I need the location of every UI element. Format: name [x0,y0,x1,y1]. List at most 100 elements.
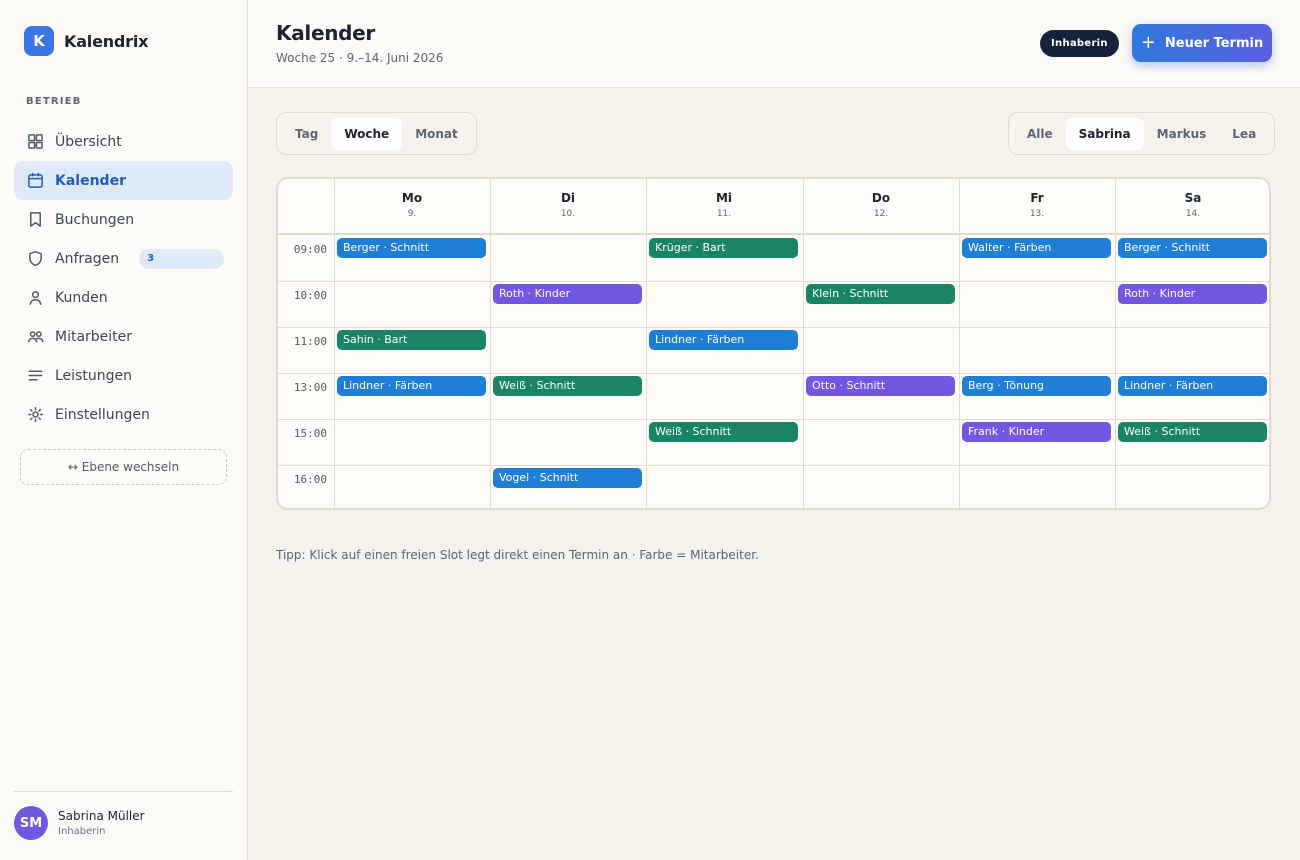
brand-name: Kalendrix [64,31,149,51]
staff-filter-markus[interactable]: Markus [1144,118,1220,150]
plus-icon: + [1140,32,1156,53]
shield-icon [26,250,44,268]
sidebar-item-label: Mitarbeiter [55,328,133,345]
day-header: Mo 9. [334,179,490,233]
sidebar-item-anfragen[interactable]: Anfragen 3 [14,239,233,278]
time-label: 09:00 [293,243,327,256]
calendar-icon [26,172,44,190]
grid-icon [26,133,44,151]
sidebar-item-einstellungen[interactable]: Einstellungen [14,395,233,434]
day-header: Fr 13. [959,179,1115,233]
sidebar-item-label: Anfragen [55,250,120,267]
appointment-event[interactable]: Roth · Kinder [1118,284,1267,304]
users-icon [26,328,44,346]
day-date: 12. [873,209,889,219]
brand[interactable]: K Kalendrix [24,26,148,56]
staff-filter: Alle Sabrina Markus Lea [1008,112,1276,155]
appointment-event[interactable]: Lindner · Färben [1118,376,1267,396]
view-switcher: Tag Woche Monat [276,112,477,155]
appointment-event[interactable]: Otto · Schnitt [806,376,955,396]
sidebar-item-mitarbeiter[interactable]: Mitarbeiter [14,317,233,356]
sidebar-section-label: BETRIEB [26,96,82,107]
grid-row-divider [278,465,1269,466]
day-name: Fr [1030,191,1044,205]
switch-level-button[interactable]: ↔ Ebene wechseln [20,449,227,485]
day-header: Di 10. [490,179,646,233]
grid-row-divider [278,373,1269,374]
grid-row-divider [278,327,1269,328]
view-tab-woche[interactable]: Woche [331,117,403,150]
appointment-event[interactable]: Klein · Schnitt [806,284,955,304]
new-appointment-button[interactable]: + Neuer Termin [1132,24,1272,62]
grid-row-divider [278,419,1269,420]
page-subtitle: Woche 25 · 9.–14. Juni 2026 [276,51,444,65]
list-icon [26,367,44,385]
page-header: Kalender Woche 25 · 9.–14. Juni 2026 Inh… [248,0,1300,88]
day-name: Mi [715,191,733,205]
day-date: 11. [716,209,732,219]
day-date: 14. [1185,209,1201,219]
sidebar-item-label: Kalender [55,172,126,189]
sidebar-nav: Übersicht Kalender Buchungen Anfragen 3 Kunde… [14,122,233,434]
staff-filter-alle[interactable]: Alle [1014,118,1066,150]
brand-logo: K [24,26,54,56]
sidebar-item-label: Übersicht [55,133,122,150]
appointment-event[interactable]: Berger · Schnitt [337,238,486,258]
day-date: 13. [1029,209,1045,219]
week-calendar-grid: Mo 9. Di 10. Mi 11. Do 12. Fr 13. Sa 14. 09:00 10:00 1… [276,177,1271,510]
staff-filter-lea[interactable]: Lea [1219,118,1269,150]
appointment-event[interactable]: Frank · Kinder [962,422,1111,442]
appointment-event[interactable]: Roth · Kinder [493,284,642,304]
avatar: SM [14,806,48,840]
user-icon [26,289,44,307]
tip-text: Tipp: Klick auf einen freien Slot legt d… [276,548,759,562]
time-label: 15:00 [293,427,327,440]
grid-header-divider [278,233,1269,235]
time-label: 10:00 [293,289,327,302]
appointment-event[interactable]: Weiß · Schnitt [649,422,798,442]
day-header: Do 12. [803,179,959,233]
day-name: Do [871,191,891,205]
appointment-event[interactable]: Berg · Tönung [962,376,1111,396]
time-label: 16:00 [293,473,327,486]
time-label: 11:00 [293,335,327,348]
staff-filter-sabrina[interactable]: Sabrina [1065,117,1144,150]
appointment-event[interactable]: Krüger · Bart [649,238,798,258]
user-name: Sabrina Müller [58,809,145,823]
grid-row-divider [278,281,1269,282]
sidebar-item-leistungen[interactable]: Leistungen [14,356,233,395]
view-tab-monat[interactable]: Monat [402,118,471,150]
sidebar-item-kunden[interactable]: Kunden [14,278,233,317]
user-text: Sabrina Müller Inhaberin [58,809,145,837]
bookmark-icon [26,211,44,229]
new-appointment-label: Neuer Termin [1164,35,1264,51]
day-header: Sa 14. [1115,179,1269,233]
sidebar-item-label: Buchungen [55,211,135,228]
time-label: 13:00 [293,381,327,394]
view-tab-tag[interactable]: Tag [282,118,331,150]
appointment-event[interactable]: Vogel · Schnitt [493,468,642,488]
appointment-event[interactable]: Berger · Schnitt [1118,238,1267,258]
appointment-event[interactable]: Sahin · Bart [337,330,486,350]
requests-count-badge: 3 [139,248,225,269]
user-profile[interactable]: SM Sabrina Müller Inhaberin [14,806,145,840]
day-name: Sa [1184,191,1202,205]
sidebar: K Kalendrix BETRIEB Übersicht Kalender Buc… [0,0,248,860]
sidebar-item-buchungen[interactable]: Buchungen [14,200,233,239]
appointment-event[interactable]: Weiß · Schnitt [1118,422,1267,442]
gear-icon [26,406,44,424]
sidebar-divider [14,791,233,792]
day-header: Mi 11. [646,179,802,233]
sidebar-item-uebersicht[interactable]: Übersicht [14,122,233,161]
page-title: Kalender [276,21,375,45]
appointment-event[interactable]: Lindner · Färben [649,330,798,350]
appointment-event[interactable]: Walter · Färben [962,238,1111,258]
day-name: Mo [401,191,423,205]
appointment-event[interactable]: Lindner · Färben [337,376,486,396]
day-name: Di [560,191,576,205]
sidebar-item-kalender[interactable]: Kalender [14,161,233,200]
day-date: 10. [560,209,576,219]
role-badge: Inhaberin [1040,30,1119,57]
day-date: 9. [407,209,417,219]
appointment-event[interactable]: Weiß · Schnitt [493,376,642,396]
